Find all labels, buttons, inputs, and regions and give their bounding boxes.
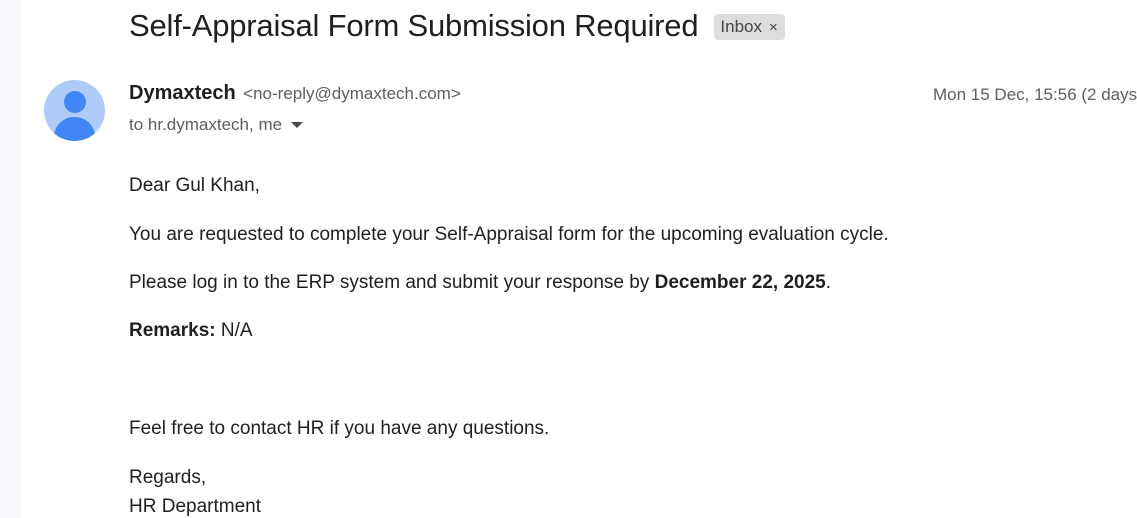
sender-avatar[interactable] xyxy=(44,80,105,141)
inbox-label-chip[interactable]: Inbox × xyxy=(714,14,785,40)
recipients-text: to hr.dymaxtech, me xyxy=(129,115,283,134)
person-icon-head xyxy=(64,91,86,113)
remarks-label: Remarks: xyxy=(129,320,216,341)
sender-name[interactable]: Dymaxtech xyxy=(129,82,236,104)
signature: HR Department xyxy=(129,496,261,517)
remarks-paragraph: Remarks: N/A xyxy=(129,320,253,342)
sender-email: <no-reply@dymaxtech.com> xyxy=(243,84,461,103)
person-icon-body xyxy=(54,117,95,141)
left-sidebar-edge xyxy=(0,0,21,518)
recipients-row: to hr.dymaxtech, me xyxy=(129,115,304,135)
remarks-value: N/A xyxy=(215,320,253,341)
request-paragraph: You are requested to complete your Self-… xyxy=(129,224,889,245)
deadline-date: December 22, 2025 xyxy=(654,272,826,293)
sender-row: Dymaxtech <no-reply@dymaxtech.com> xyxy=(129,82,461,105)
label-text: Inbox xyxy=(720,17,762,36)
caret-down-icon[interactable] xyxy=(291,122,304,128)
greeting: Dear Gul Khan, xyxy=(129,175,260,196)
email-date: Mon 15 Dec, 15:56 (2 days xyxy=(933,85,1137,104)
email-subject: Self-Appraisal Form Submission Required xyxy=(129,8,699,43)
subject-row: Self-Appraisal Form Submission Required … xyxy=(129,8,785,44)
deadline-suffix: . xyxy=(825,272,831,293)
close-icon[interactable]: × xyxy=(769,19,778,36)
deadline-paragraph: Please log in to the ERP system and subm… xyxy=(129,272,831,294)
closing: Regards, xyxy=(129,467,207,488)
deadline-prefix: Please log in to the ERP system and subm… xyxy=(129,272,655,293)
contact-paragraph: Feel free to contact HR if you have any … xyxy=(129,418,550,439)
